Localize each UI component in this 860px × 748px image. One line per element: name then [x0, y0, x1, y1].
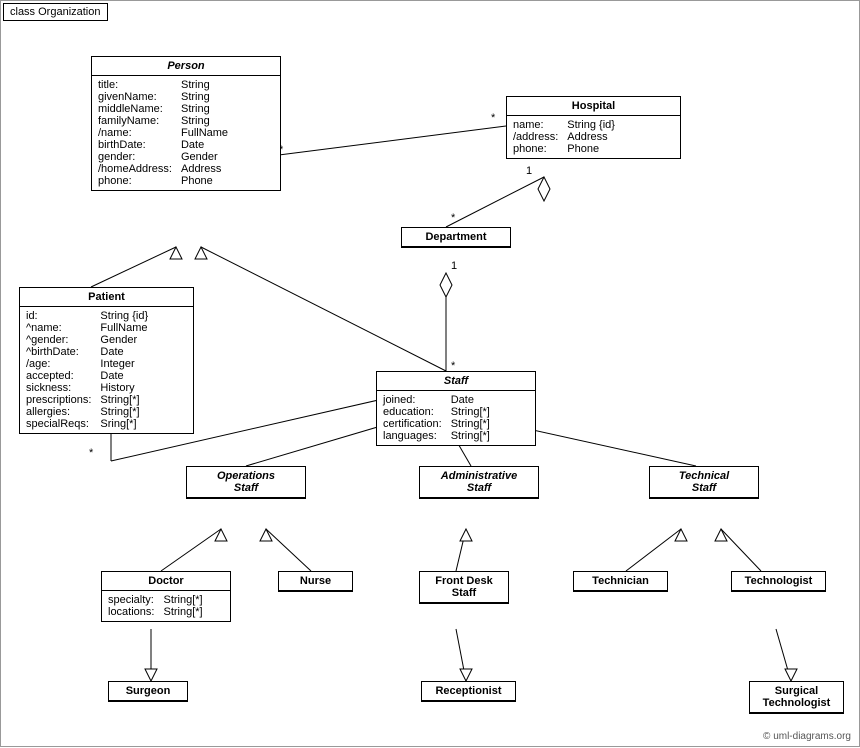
class-nurse-header: Nurse [279, 572, 352, 591]
class-operations-staff: OperationsStaff [186, 466, 306, 499]
class-person-body: title:String givenName:String middleName… [92, 76, 280, 190]
class-technician: Technician [573, 571, 668, 592]
class-front-desk: Front DeskStaff [419, 571, 509, 604]
class-tech-header: TechnicalStaff [650, 467, 758, 498]
class-doctor: Doctor specialty:String[*] locations:Str… [101, 571, 231, 622]
class-ops-header: OperationsStaff [187, 467, 305, 498]
class-admin-staff: AdministrativeStaff [419, 466, 539, 499]
class-patient: Patient id:String {id} ^name:FullName ^g… [19, 287, 194, 434]
class-technologist: Technologist [731, 571, 826, 592]
class-surgical-tech-header: SurgicalTechnologist [750, 682, 843, 713]
class-surgeon-header: Surgeon [109, 682, 187, 701]
class-department: Department [401, 227, 511, 248]
class-technician-header: Technician [574, 572, 667, 591]
svg-text:*: * [451, 212, 456, 224]
class-receptionist-header: Receptionist [422, 682, 515, 701]
class-doctor-body: specialty:String[*] locations:String[*] [102, 591, 230, 621]
class-staff-body: joined:Date education:String[*] certific… [377, 391, 535, 445]
svg-text:*: * [491, 112, 496, 124]
class-patient-header: Patient [20, 288, 193, 307]
class-doctor-header: Doctor [102, 572, 230, 591]
svg-text:1: 1 [451, 260, 457, 272]
class-receptionist: Receptionist [421, 681, 516, 702]
class-person: Person title:String givenName:String mid… [91, 56, 281, 191]
class-staff: Staff joined:Date education:String[*] ce… [376, 371, 536, 446]
diagram: class Organization 1 [0, 0, 860, 747]
class-tech-staff: TechnicalStaff [649, 466, 759, 499]
class-admin-header: AdministrativeStaff [420, 467, 538, 498]
class-nurse: Nurse [278, 571, 353, 592]
svg-text:*: * [89, 447, 94, 459]
class-staff-header: Staff [377, 372, 535, 391]
class-technologist-header: Technologist [732, 572, 825, 591]
class-front-desk-header: Front DeskStaff [420, 572, 508, 603]
class-hospital-header: Hospital [507, 97, 680, 116]
class-surgeon: Surgeon [108, 681, 188, 702]
class-person-header: Person [92, 57, 280, 76]
class-hospital: Hospital name:String {id} /address:Addre… [506, 96, 681, 159]
class-patient-body: id:String {id} ^name:FullName ^gender:Ge… [20, 307, 193, 433]
svg-text:1: 1 [526, 165, 532, 177]
diagram-label: class Organization [3, 3, 108, 21]
class-department-header: Department [402, 228, 510, 247]
class-hospital-body: name:String {id} /address:Address phone:… [507, 116, 680, 158]
copyright: © uml-diagrams.org [763, 731, 851, 742]
class-surgical-tech: SurgicalTechnologist [749, 681, 844, 714]
